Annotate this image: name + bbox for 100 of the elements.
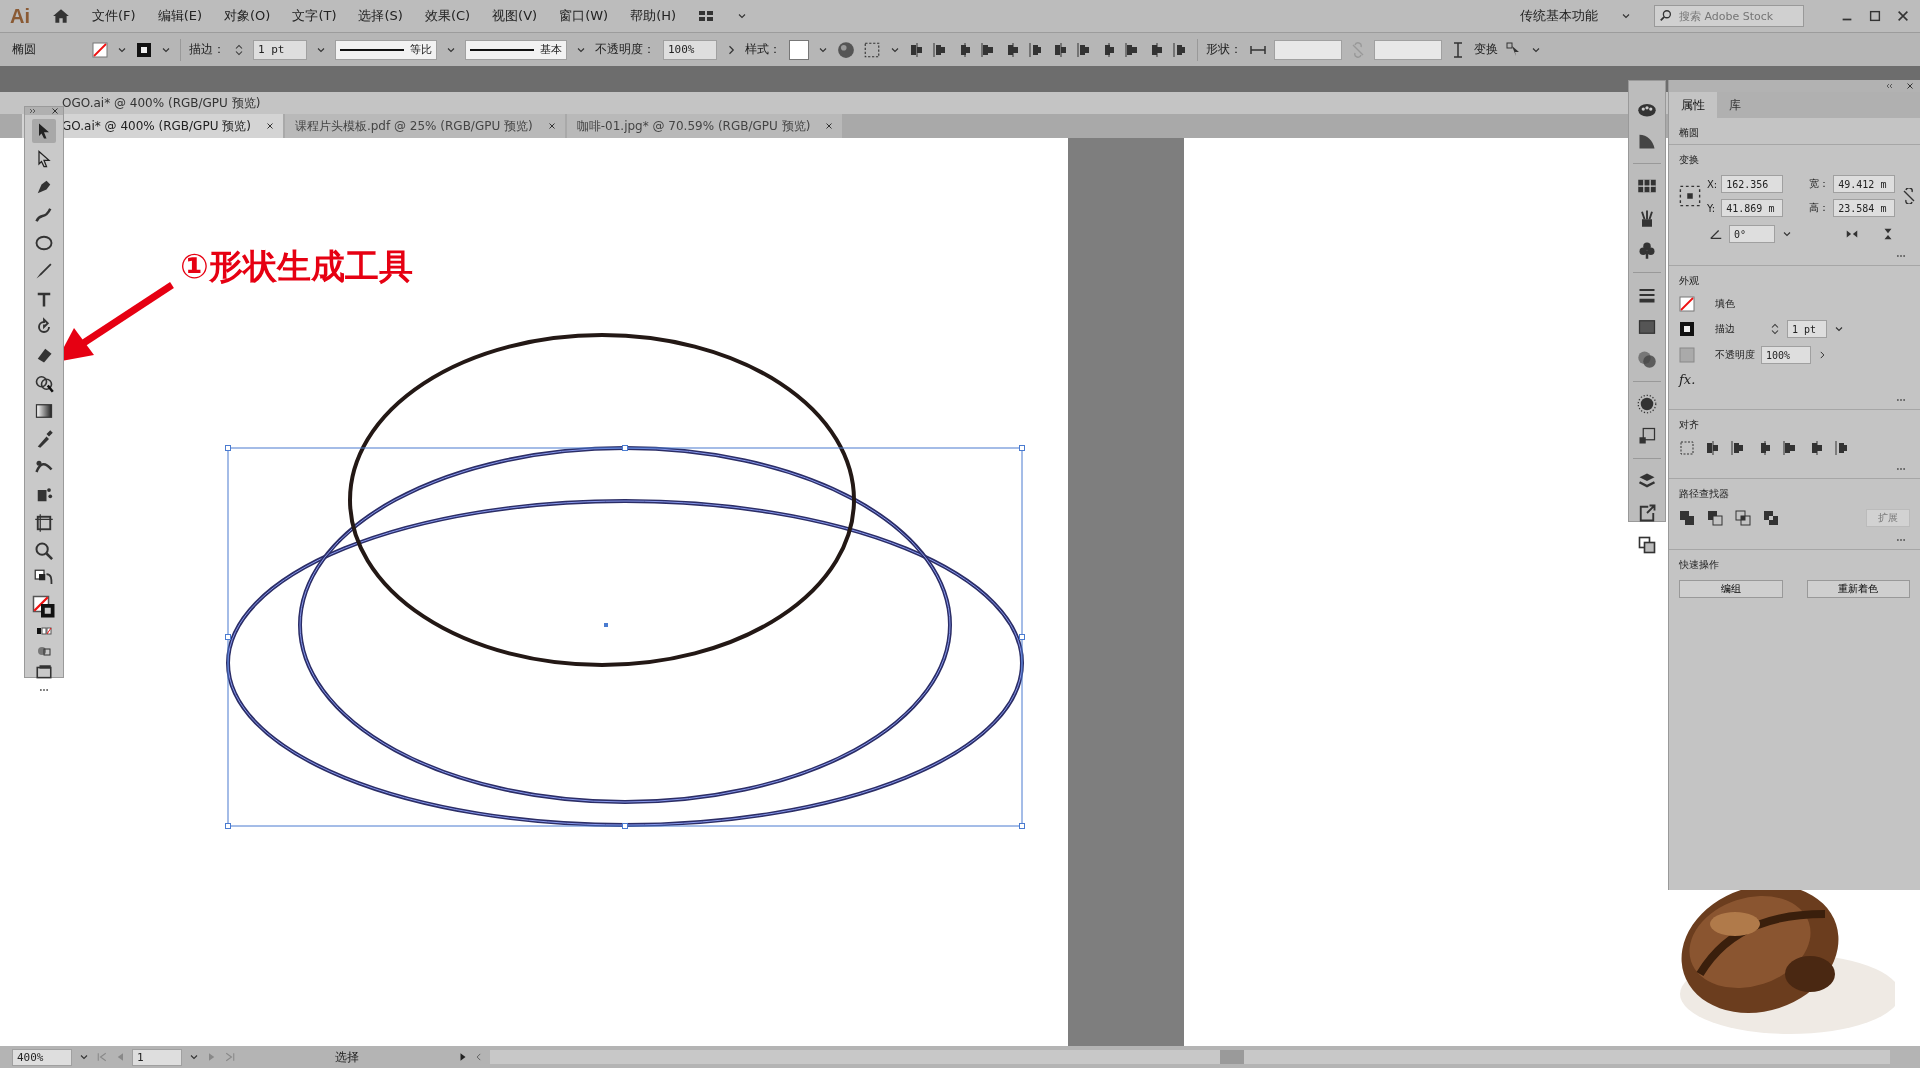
close-icon[interactable] (824, 121, 835, 131)
x-label: X: (1707, 178, 1718, 190)
reference-point-icon[interactable] (1679, 185, 1701, 207)
horizontal-scrollbar[interactable] (490, 1050, 1890, 1064)
object-type-label: 椭圆 (1679, 126, 1700, 140)
scroll-left-icon[interactable] (474, 1052, 484, 1062)
menu-item[interactable]: 编辑(E) (157, 7, 202, 25)
minus-front-icon[interactable] (1707, 510, 1723, 526)
width-profile-dropdown[interactable]: 等比 (335, 39, 437, 60)
close-icon[interactable] (1896, 9, 1910, 23)
current-tool-label[interactable]: 选择 (242, 1048, 452, 1066)
club-icon[interactable] (1637, 240, 1657, 260)
section-heading: 变换 (1679, 153, 1700, 167)
fill-stroke-icon[interactable] (32, 595, 56, 619)
align-icon[interactable] (909, 41, 925, 58)
stroke-swatch-icon[interactable] (1679, 321, 1695, 337)
search-field[interactable]: 搜索 Adobe Stock (1654, 5, 1804, 27)
panel-tab[interactable]: 属性 (1669, 92, 1717, 118)
menu-item[interactable]: 对象(O) (224, 7, 271, 25)
app-logo: Ai (10, 4, 30, 28)
close-icon[interactable] (546, 121, 557, 131)
menu-item[interactable]: 选择(S) (358, 7, 403, 25)
close-icon[interactable] (264, 121, 275, 131)
collapse-icon[interactable] (1886, 82, 1894, 90)
search-icon[interactable] (1659, 9, 1673, 23)
align-icon[interactable] (1809, 440, 1825, 456)
width-label: 宽： (1809, 177, 1830, 191)
export-icon[interactable] (1637, 503, 1657, 523)
collapse-icon[interactable] (29, 107, 37, 115)
stroke-weight-field[interactable]: 1 pt (253, 39, 307, 60)
align-icon[interactable] (1005, 41, 1021, 58)
close-icon[interactable] (51, 107, 59, 115)
menu-item[interactable]: 窗口(W) (559, 7, 609, 25)
zoom-field[interactable]: 400% (12, 1048, 72, 1066)
artboard-icon[interactable] (32, 511, 56, 535)
section-heading: 快速操作 (1679, 558, 1720, 572)
angle-field[interactable]: 0° (1729, 225, 1775, 243)
stroke-label: 描边 (1715, 322, 1735, 336)
opacity-label: 不透明度 (1715, 348, 1755, 362)
section-heading: 对齐 (1679, 418, 1700, 432)
artboard-field[interactable]: 1 (132, 1048, 182, 1066)
unite-icon[interactable] (1679, 510, 1695, 526)
gradient-icon[interactable] (1637, 317, 1657, 337)
align-icon[interactable] (1705, 440, 1721, 456)
menu-item[interactable]: 文字(T) (292, 7, 337, 25)
align-icon[interactable] (1053, 41, 1069, 58)
width-field[interactable]: 49.412 m (1833, 175, 1896, 193)
stroke-label: 描边： (189, 41, 225, 58)
y-field[interactable]: 41.869 m (1721, 199, 1784, 217)
intersect-icon[interactable] (1735, 510, 1751, 526)
width-field[interactable] (1274, 39, 1342, 60)
style-swatch[interactable] (789, 39, 809, 60)
opacity-label: 不透明度： (595, 41, 655, 58)
opacity-field[interactable]: 100% (1761, 346, 1811, 364)
height-field[interactable] (1374, 39, 1442, 60)
fill-swatch-icon[interactable] (92, 41, 108, 58)
distribute-icon[interactable] (863, 40, 881, 59)
document-title: OGO.ai* @ 400% (RGB/GPU 预览) (62, 94, 261, 112)
menu-item[interactable]: 视图(V) (492, 7, 538, 25)
globe-icon[interactable] (837, 40, 855, 59)
stroke-swatch-icon[interactable] (136, 41, 152, 58)
brush-dropdown[interactable]: 基本 (465, 39, 567, 60)
document-tab[interactable]: 课程片头模板.pdf @ 25% (RGB/GPU 预览) (284, 114, 565, 138)
height-field[interactable]: 23.584 m (1833, 199, 1896, 217)
opacity-field[interactable]: 100% (663, 39, 717, 60)
exclude-icon[interactable] (1763, 510, 1779, 526)
fill-swatch-icon[interactable] (1679, 296, 1695, 312)
transparency-icon[interactable] (1637, 349, 1657, 369)
section-heading: 外观 (1679, 274, 1700, 288)
transform-label[interactable]: 变换 (1474, 41, 1498, 58)
effects-button[interactable]: fx. (1679, 372, 1910, 387)
menu-item[interactable]: 文件(F) (92, 7, 136, 25)
x-field[interactable]: 162.356 (1721, 175, 1784, 193)
appearance-icon[interactable] (1637, 394, 1657, 414)
maximize-icon[interactable] (1868, 9, 1882, 23)
quick-action-button[interactable]: 重新着色 (1806, 580, 1910, 598)
menu-item[interactable]: 帮助(H) (630, 7, 677, 25)
workspace-switcher[interactable]: 传统基本功能 (1520, 7, 1598, 25)
close-icon[interactable] (1906, 82, 1914, 90)
screen-mode-icon[interactable] (35, 663, 53, 681)
object-type-label: 椭圆 (12, 41, 36, 58)
annotation-text: ①形状生成工具 (180, 245, 413, 288)
document-tab[interactable]: 咖啡-01.jpg* @ 70.59% (RGB/GPU 预览) (566, 114, 843, 138)
play-icon[interactable] (458, 1052, 468, 1062)
menu-item[interactable]: 效果(C) (424, 7, 471, 25)
shape-label: 形状： (1206, 41, 1242, 58)
layout-icon[interactable] (698, 8, 715, 24)
stepper-icon[interactable] (1769, 321, 1781, 337)
align-icon[interactable] (1149, 41, 1165, 58)
height-label: 高： (1809, 201, 1830, 215)
opacity-swatch-icon[interactable] (1679, 347, 1695, 363)
chevron-right-icon[interactable] (1817, 350, 1827, 360)
angle-icon[interactable] (1709, 227, 1723, 241)
section-heading: 路径查找器 (1679, 487, 1730, 501)
home-icon[interactable] (52, 7, 70, 25)
quick-action-button[interactable]: 编组 (1679, 580, 1783, 598)
fill-label: 填色 (1715, 297, 1735, 311)
stroke-weight-field[interactable]: 1 pt (1787, 320, 1827, 338)
graphic-styles-icon[interactable] (1637, 426, 1657, 446)
artboards-icon[interactable] (1637, 535, 1657, 555)
